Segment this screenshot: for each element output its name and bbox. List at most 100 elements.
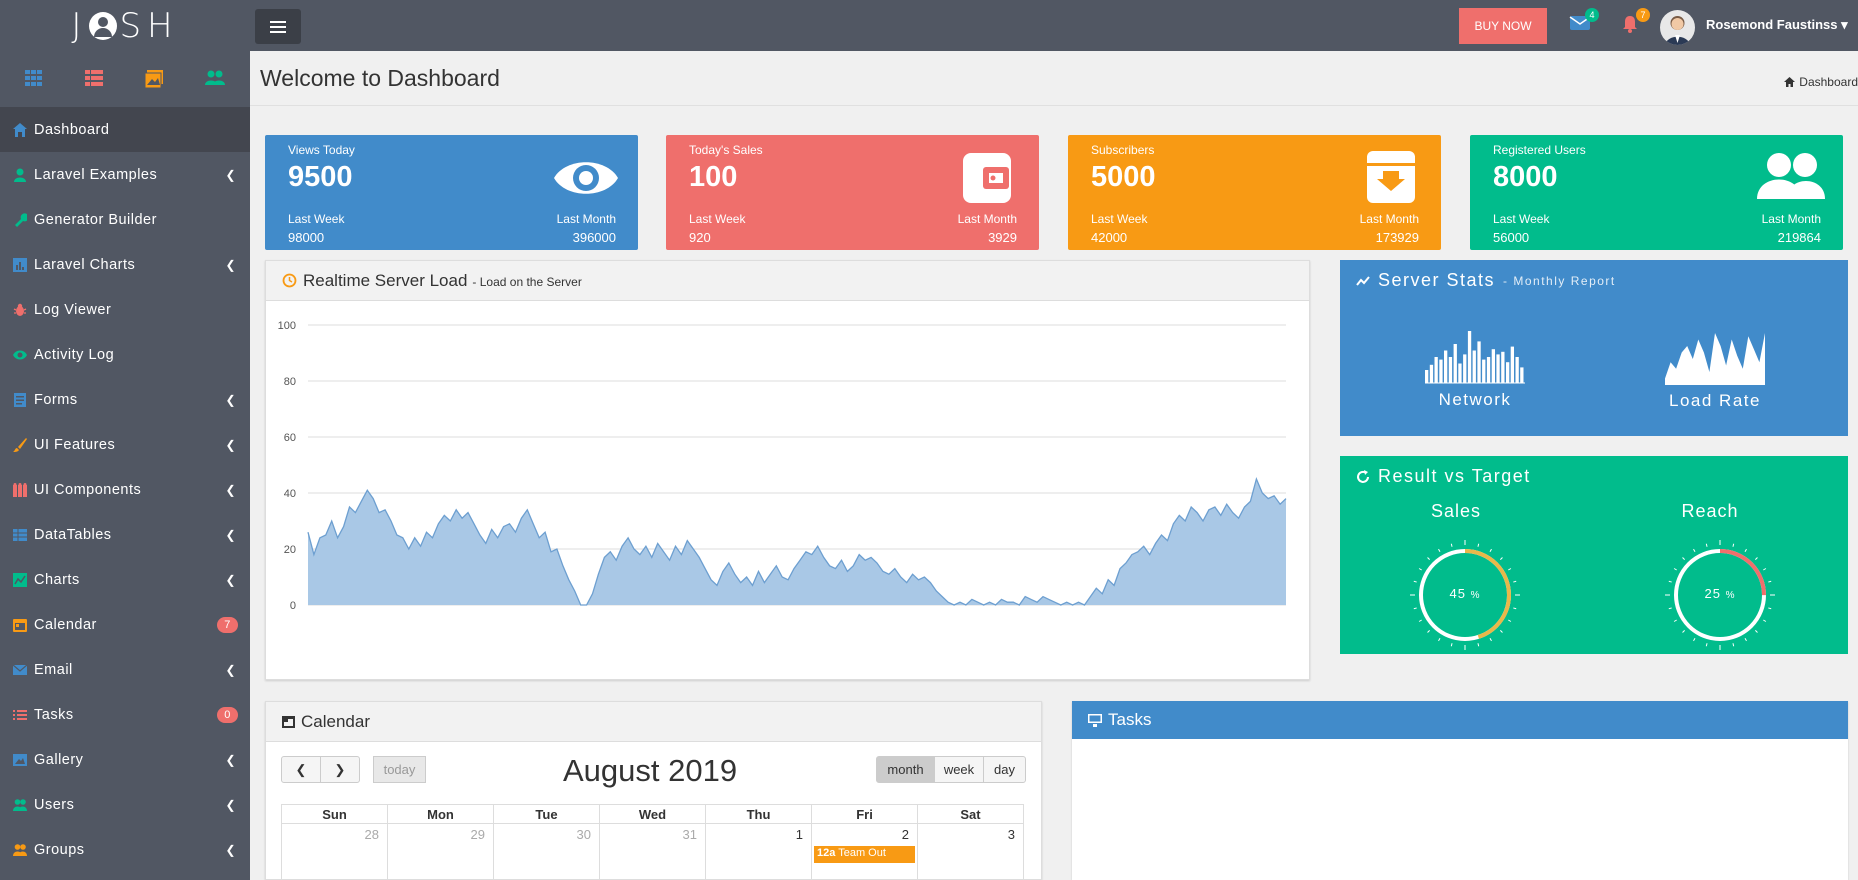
mail-count-badge: 4 [1585,8,1599,22]
gauge-tick [1768,607,1772,610]
event-time: 12a [817,847,836,859]
network-sparkline [1425,331,1525,384]
sidebar-item-generator-builder[interactable]: Generator Builder [0,197,250,242]
calendar-title: Calendar [301,711,370,731]
server-load-chart: 0 20 40 60 80 100 [278,320,1287,612]
gauge-tick [1693,638,1696,642]
calendar-day-cell[interactable]: 1 [705,823,812,880]
day-number: 29 [470,827,485,842]
server-stats-title: Server Stats - Monthly Report [1356,270,1616,291]
sidebar-item-calendar[interactable]: Calendar 7 [0,602,250,647]
sidebar-toggle-button[interactable] [255,9,301,44]
sidebar-item-ui-features[interactable]: UI Features ❮ [0,422,250,467]
stat-card-today-s-sales: Today's Sales 100 Last Week Last Month 9… [666,135,1039,250]
sidebar-item-email[interactable]: Email ❮ [0,647,250,692]
network-label: Network [1438,390,1512,409]
sidebar-item-label: Users [34,796,75,813]
gauge-tick [1744,548,1747,552]
sidebar-item-ui-components[interactable]: UI Components ❮ [0,467,250,512]
calendar-day-cell[interactable]: 29 [387,823,494,880]
tasks-panel: Tasks [1072,701,1848,880]
breadcrumb[interactable]: Dashboard [1784,75,1858,89]
day-number: 30 [576,827,591,842]
sidebar-item-dashboard[interactable]: Dashboard [0,107,250,152]
user-avatar[interactable] [1660,10,1695,45]
network-bar [1510,346,1514,383]
sidebar-item-label: Groups [34,841,85,858]
tasks-panel-header: Tasks [1072,701,1848,739]
stat-value: 9500 [288,161,353,193]
sidebar-item-charts[interactable]: Charts ❮ [0,557,250,602]
gauge-tick [1682,630,1685,633]
gallery-icon[interactable] [144,70,165,89]
gauge-tick [1705,643,1708,647]
server-stats-subtitle: - Monthly Report [1503,273,1616,288]
day-number: 28 [364,827,379,842]
gauge-tick [1763,568,1767,571]
sidebar-item-tasks[interactable]: Tasks 0 [0,692,250,737]
sidebar-item-datatables[interactable]: DataTables ❮ [0,512,250,557]
calendar-event[interactable]: 12a Team Out [814,846,915,863]
network-bar [1448,357,1453,383]
table-icon[interactable] [85,70,105,88]
stat-label: Subscribers [1091,143,1155,157]
caret-down-icon: ▾ [1837,17,1848,32]
components-icon [13,482,27,497]
gauge-tick [1500,557,1503,560]
calendar-month-view-button[interactable]: month [876,756,935,783]
chevron-left-icon: ❮ [225,528,236,542]
calendar-day-cell[interactable]: 2 12a Team Out [811,823,918,880]
network-bar [1425,370,1429,383]
wrench-icon [15,212,27,227]
calendar-day-header-row: Sun Mon Tue Wed Thu Fri Sat [281,804,1024,824]
calendar-day-cell[interactable]: 3 [917,823,1024,880]
logo[interactable]: J SH [0,0,250,51]
sidebar-item-gallery[interactable]: Gallery ❮ [0,737,250,782]
calendar-icon [282,716,295,728]
calendar-prev-button[interactable]: ❮ [281,756,321,783]
gauge-tick [1508,568,1512,571]
grid-icon[interactable] [25,70,45,88]
mail-icon[interactable]: 4 [1569,8,1599,34]
gauge-tick [1450,643,1453,647]
top-navbar: J SH BUY NOW 4 7 Rosemond Faustinss ▾ [0,0,1858,51]
event-title: Team Out [838,847,886,859]
day-header: Fri [811,804,918,824]
network-bar [1486,357,1491,383]
sidebar-item-log-viewer[interactable]: Log Viewer [0,287,250,332]
gauge-tick [1673,619,1677,622]
sidebar-item-groups[interactable]: Groups ❮ [0,827,250,872]
last-month-label: Last Month [957,212,1017,226]
network-bar [1491,349,1495,383]
calendar-week-view-button[interactable]: week [934,756,984,783]
sidebar-item-label: Laravel Examples [34,166,158,183]
sidebar-item-activity-log[interactable]: Activity Log [0,332,250,377]
bug-icon [13,303,27,316]
reach-value-text: 25 % [1690,586,1750,601]
sidebar-item-laravel-charts[interactable]: Laravel Charts ❮ [0,242,250,287]
chevron-left-icon: ❮ [225,438,236,452]
sidebar-item-laravel-examples[interactable]: Laravel Examples ❮ [0,152,250,197]
server-stats-box: Server Stats - Monthly Report Network Lo… [1340,260,1848,436]
calendar-day-cell[interactable]: 28 [281,823,388,880]
calendar-day-view-button[interactable]: day [983,756,1026,783]
day-header: Mon [387,804,494,824]
gauge-tick [1427,557,1430,560]
sidebar-quick-links [0,51,250,107]
calendar-next-button[interactable]: ❯ [320,756,360,783]
user-icon [13,798,27,811]
calendar-today-button[interactable]: today [373,756,426,783]
last-month-label: Last Month [1761,212,1821,226]
user-name: Rosemond Faustinss [1706,17,1838,32]
calendar-day-cell[interactable]: 31 [599,823,706,880]
user-menu-toggle[interactable]: Rosemond Faustinss ▾ [1706,17,1848,33]
sidebar-item-forms[interactable]: Forms ❮ [0,377,250,422]
users-icon[interactable] [205,70,225,88]
sidebar-item-users[interactable]: Users ❮ [0,782,250,827]
notification-bell-icon[interactable]: 7 [1620,8,1650,34]
sidebar-count-badge: 7 [217,617,238,633]
chevron-left-icon: ❮ [225,663,236,677]
buy-now-button[interactable]: BUY NOW [1459,8,1547,44]
realtime-subtitle: - Load on the Server [472,275,582,289]
calendar-day-cell[interactable]: 30 [493,823,600,880]
